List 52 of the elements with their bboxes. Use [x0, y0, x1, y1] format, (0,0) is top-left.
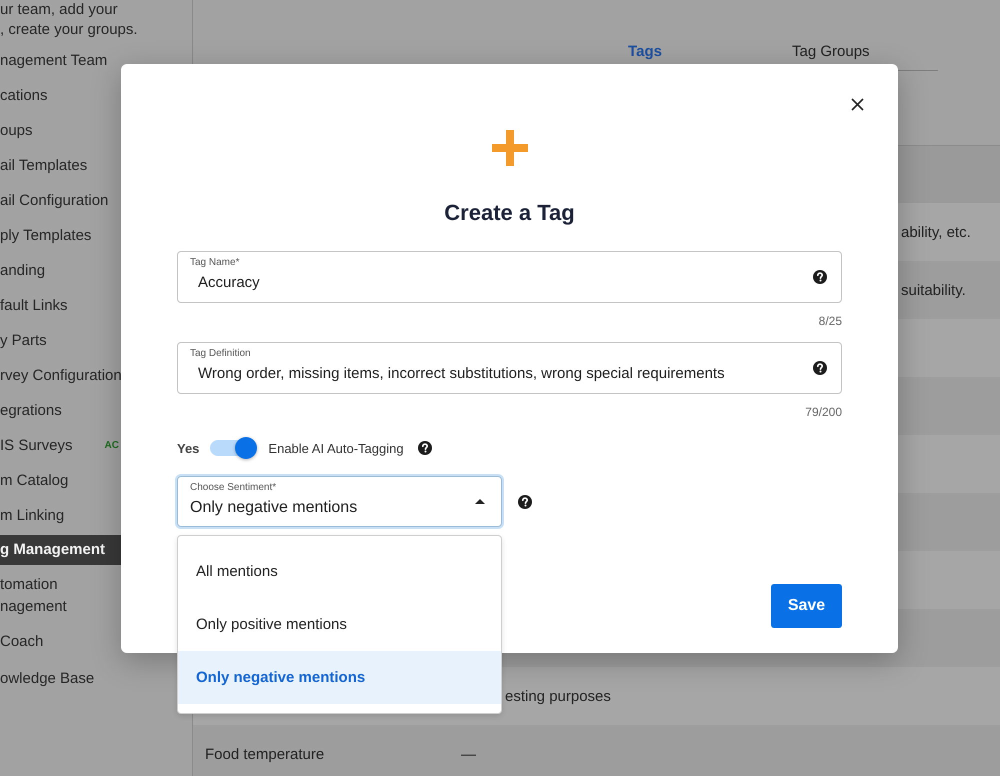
table-cell-text: —: [461, 746, 477, 762]
field-label: Tag Definition: [190, 348, 251, 360]
sidebar-item[interactable]: m Catalog: [0, 470, 68, 492]
table-cell-text: suitability.: [900, 282, 967, 298]
input-field[interactable]: Tag Definition Wrong order, missing items, incorrect substitutions, wrong special requirements: [177, 342, 842, 394]
sidebar-item[interactable]: rvey Configuration: [0, 364, 122, 386]
sidebar-item[interactable]: g Management: [0, 535, 121, 565]
save-button[interactable]: Save: [771, 584, 842, 628]
sidebar-item[interactable]: IS Surveys: [0, 434, 73, 456]
sidebar-item[interactable]: nagement Team: [0, 50, 108, 72]
sidebar-item[interactable]: owledge Base: [0, 668, 94, 690]
sidebar-item[interactable]: ail Configuration: [0, 190, 108, 212]
sidebar-item[interactable]: tomation nagement: [0, 574, 67, 618]
dropdown-option[interactable]: Only positive mentions: [178, 598, 501, 651]
sentiment-select[interactable]: Choose Sentiment* Only negative mentions: [177, 476, 502, 527]
sidebar-item[interactable]: m Linking: [0, 504, 64, 526]
toggle-state: Yes: [177, 440, 200, 456]
dropdown-option[interactable]: All mentions: [178, 545, 501, 598]
field-label: Tag Name*: [190, 257, 240, 269]
field-value: Wrong order, missing items, incorrect substitutions, wrong special requirements: [197, 364, 725, 384]
input-field[interactable]: Tag Name* Accuracy: [177, 251, 842, 303]
character-counter: 8/25: [818, 313, 842, 329]
status-label: AC: [104, 438, 119, 452]
help-icon[interactable]: [813, 270, 827, 284]
table-cell-text: ability, etc.: [900, 224, 972, 240]
intro-text: ur team, add your: [0, 0, 119, 20]
toggle-label: Enable AI Auto-Tagging: [268, 440, 404, 456]
sidebar-item[interactable]: cations: [0, 84, 48, 106]
sidebar-item[interactable]: fault Links: [0, 294, 68, 316]
intro-text: , create your groups.: [0, 20, 139, 40]
help-icon[interactable]: [518, 494, 532, 508]
field-label: Choose Sentiment*: [190, 482, 276, 494]
toggle-switch[interactable]: [209, 436, 258, 460]
sidebar-item[interactable]: ail Templates: [0, 154, 88, 176]
table-cell-text: Food temperature: [204, 746, 326, 762]
field-value: Only negative mentions: [190, 498, 358, 518]
sidebar-item[interactable]: anding: [0, 260, 46, 282]
plus-icon: [492, 130, 528, 166]
close-icon[interactable]: [851, 98, 864, 111]
character-counter: 79/200: [805, 404, 842, 420]
sidebar-item[interactable]: y Parts: [0, 330, 47, 352]
sidebar-item[interactable]: ply Templates: [0, 224, 92, 246]
help-icon[interactable]: [418, 441, 432, 455]
dropdown-option[interactable]: Only negative mentions: [178, 651, 501, 704]
table-cell-text: esting purposes: [504, 688, 612, 704]
caret-icon: [475, 499, 485, 504]
sidebar-item[interactable]: Coach: [0, 630, 44, 652]
help-icon[interactable]: [813, 361, 827, 375]
dialog-title: Create a Tag: [443, 199, 576, 227]
field-value: Accuracy: [197, 273, 260, 293]
sidebar-item[interactable]: oups: [0, 120, 33, 142]
sidebar-item[interactable]: egrations: [0, 400, 62, 422]
